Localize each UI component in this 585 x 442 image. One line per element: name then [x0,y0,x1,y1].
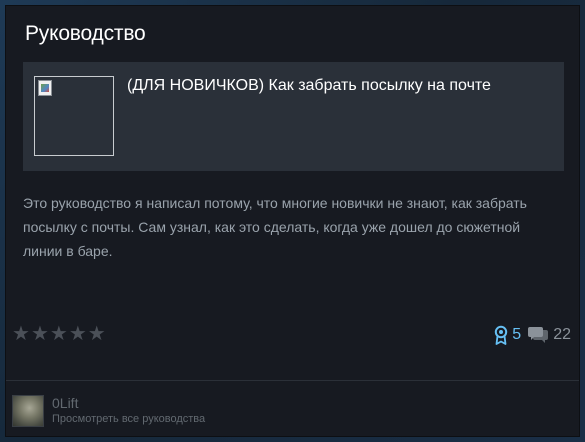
guide-link-box[interactable]: (ДЛЯ НОВИЧКОВ) Как забрать посылку на по… [23,62,564,171]
speech-bubbles-icon[interactable] [527,325,549,345]
guide-stats: 5 22 [493,325,571,345]
award-ribbon-icon[interactable] [493,325,509,345]
comment-count: 22 [553,326,571,343]
guide-description: Это руководство я написал потому, что мн… [23,195,527,259]
star-icon: ★ [30,323,49,345]
rating-stars: ★ ★ ★ ★ ★ [12,324,106,344]
guide-card: Руководство (ДЛЯ НОВИЧКОВ) Как забрать п… [5,5,580,437]
card-title: Руководство [25,22,146,45]
star-icon: ★ [49,323,68,345]
broken-image-icon [38,80,52,96]
avatar[interactable] [12,395,44,427]
view-all-guides-link[interactable]: Просмотреть все руководства [52,413,205,425]
author-footer[interactable]: 0Lift Просмотреть все руководства [6,381,579,436]
star-icon: ★ [87,323,106,345]
guide-title[interactable]: (ДЛЯ НОВИЧКОВ) Как забрать посылку на по… [127,77,491,95]
star-icon: ★ [12,323,30,345]
guide-thumbnail[interactable] [34,76,114,156]
author-name[interactable]: 0Lift [52,395,78,411]
award-count: 5 [512,326,522,343]
star-icon: ★ [68,323,87,345]
